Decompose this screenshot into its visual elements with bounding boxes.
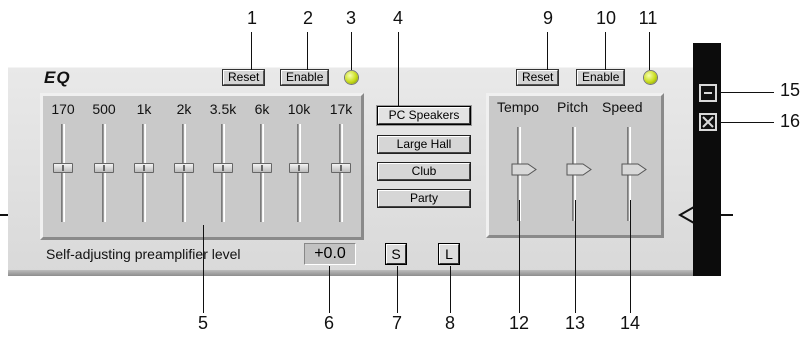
- callout-number: 2: [302, 8, 313, 28]
- eq-band-label: 6k: [254, 101, 270, 117]
- speed-slider-thumb[interactable]: [566, 163, 592, 176]
- callout-number: 12: [508, 313, 530, 333]
- speed-slider-thumb[interactable]: [621, 163, 647, 176]
- callout-leader-line: [329, 266, 330, 313]
- preset-button[interactable]: Party: [378, 190, 470, 207]
- preset-button[interactable]: Club: [378, 163, 470, 180]
- callout-number: 9: [542, 8, 553, 28]
- panel-bottom-edge: [8, 270, 696, 276]
- eq-band-label: 17k: [329, 101, 353, 117]
- speed-slider-label: Speed: [602, 99, 643, 115]
- preset-button[interactable]: Large Hall: [378, 136, 470, 153]
- panel-notch-icon: [677, 206, 695, 224]
- callout-leader-line: [203, 225, 204, 313]
- callout-leader-line: [718, 92, 774, 93]
- callout-number: 13: [564, 313, 586, 333]
- callout-number: 10: [595, 8, 617, 28]
- callout-leader-line: [397, 266, 398, 313]
- callout-number: 15: [779, 80, 801, 100]
- callout-leader-line: [351, 32, 352, 70]
- callout-leader-line: [605, 32, 606, 70]
- callout-number: 3: [345, 8, 356, 28]
- callout-number: 8: [444, 313, 455, 333]
- callout-leader-line: [450, 266, 451, 313]
- preamp-value: +0.0: [304, 243, 356, 265]
- callout-number: 14: [619, 313, 641, 333]
- preamp-label: Self-adjusting preamplifier level: [46, 246, 241, 262]
- close-icon[interactable]: [699, 113, 717, 131]
- callout-leader-line: [649, 32, 650, 70]
- speed-slider-label: Pitch: [557, 99, 589, 115]
- callout-number: 5: [197, 313, 208, 333]
- eq-band-slider-thumb[interactable]: [53, 163, 73, 174]
- save-preset-button[interactable]: S: [386, 244, 406, 264]
- callout-number: 11: [638, 8, 658, 28]
- speed-slider-label: Tempo: [497, 99, 540, 115]
- callout-number: 6: [323, 313, 334, 333]
- callout-number: 1: [246, 8, 257, 28]
- callout-leader-line: [547, 32, 548, 70]
- eq-led-indicator-icon: [345, 71, 358, 84]
- speed-reset-button[interactable]: Reset: [517, 70, 559, 85]
- callout-leader-line: [575, 200, 576, 313]
- eq-band-slider-thumb[interactable]: [289, 163, 309, 174]
- eq-band-label: 10k: [287, 101, 311, 117]
- load-preset-button[interactable]: L: [439, 244, 459, 264]
- callout-leader-line: [307, 32, 308, 70]
- eq-band-label: 500: [92, 101, 116, 117]
- eq-band-label: 3.5k: [209, 101, 237, 117]
- eq-band-slider-thumb[interactable]: [174, 163, 194, 174]
- eq-band-slider-thumb[interactable]: [331, 163, 351, 174]
- panel-title: EQ: [44, 68, 71, 87]
- callout-leader-line: [519, 200, 520, 313]
- speed-slider-thumb[interactable]: [511, 163, 537, 176]
- eq-band-label: 170: [51, 101, 75, 117]
- window-side-bar: [693, 43, 721, 276]
- callout-leader-line: [718, 122, 774, 123]
- callout-leader-line: [630, 200, 631, 313]
- eq-band-slider-thumb[interactable]: [213, 163, 233, 174]
- callout-leader-line: [398, 32, 399, 107]
- eq-band-slider-thumb[interactable]: [252, 163, 272, 174]
- eq-reset-button[interactable]: Reset: [223, 70, 265, 85]
- speed-enable-button[interactable]: Enable: [577, 70, 625, 85]
- callout-leader-line: [251, 32, 252, 70]
- callout-number: 4: [392, 8, 403, 28]
- preset-button[interactable]: PC Speakers: [378, 107, 470, 124]
- callout-number: 16: [779, 111, 801, 131]
- speed-led-indicator-icon: [644, 71, 657, 84]
- eq-band-label: 1k: [136, 101, 152, 117]
- eq-band-slider-thumb[interactable]: [134, 163, 154, 174]
- eq-band-label: 2k: [176, 101, 192, 117]
- callout-number: 7: [391, 313, 402, 333]
- signal-line-right: [721, 214, 733, 216]
- eq-enable-button[interactable]: Enable: [281, 70, 329, 85]
- eq-band-slider-thumb[interactable]: [94, 163, 114, 174]
- minimize-icon[interactable]: [699, 84, 717, 102]
